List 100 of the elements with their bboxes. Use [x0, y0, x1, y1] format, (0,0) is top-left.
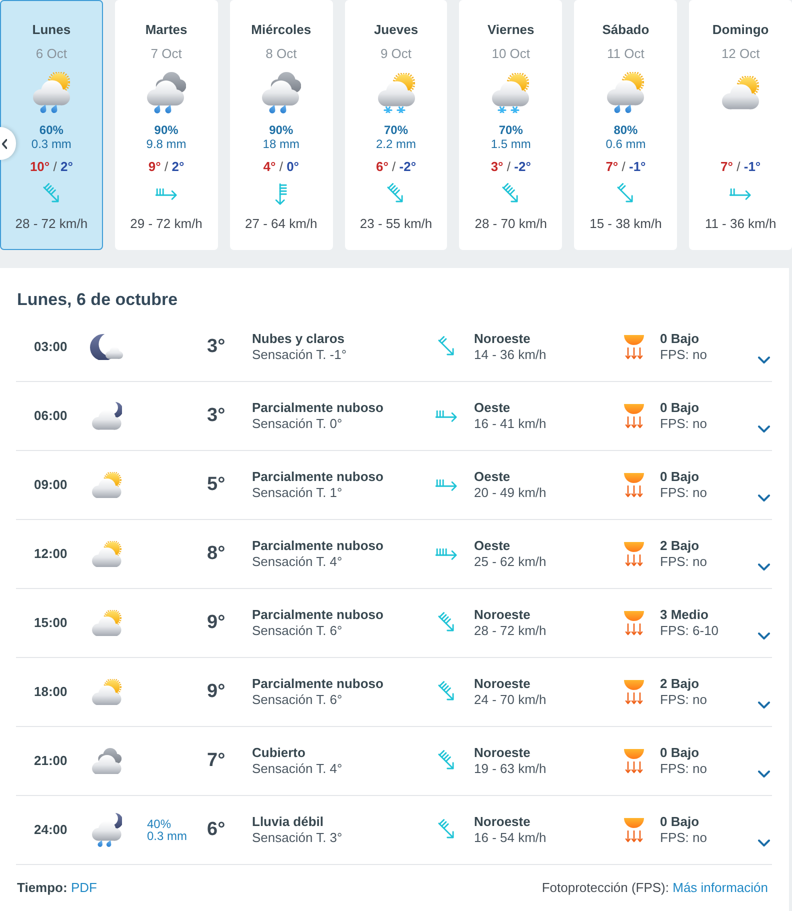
day-date: 6 Oct — [36, 45, 67, 63]
wind-arrow-icon — [435, 548, 458, 560]
temperature-range: 7° / -1° — [606, 158, 646, 176]
wind-direction: Noroeste — [474, 745, 530, 761]
precipitation-amount: 9.8 mm — [146, 137, 186, 151]
expand-button[interactable] — [758, 700, 770, 708]
day-name: Miércoles — [251, 21, 312, 39]
wind-speed: 27 - 64 km/h — [245, 215, 318, 233]
sunscreen-advice: FPS: no — [660, 347, 707, 363]
hour-time: 18:00 — [34, 684, 68, 700]
expand-button[interactable] — [758, 356, 770, 364]
expand-button[interactable] — [758, 632, 770, 640]
expand-button[interactable] — [758, 838, 770, 846]
rain-clouds-icon — [146, 72, 186, 114]
clouds-icon — [92, 748, 122, 774]
day-date: 7 Oct — [150, 45, 182, 63]
day-card[interactable]: Lunes 6 Oct 60% 0.3 mm 10° / 2° 28 - 72 km/h — [0, 0, 103, 250]
day-card[interactable]: Sábado 11 Oct 80% 0.6 mm 7° / -1° 15 - 38 km/h — [574, 0, 678, 250]
sunscreen-info-note: Fotoprotección (FPS): Más información — [542, 880, 768, 896]
wind-direction: Oeste — [474, 538, 510, 554]
feels-like-text: Sensación T. 4° — [252, 554, 342, 570]
temperature: 7° — [207, 749, 226, 773]
pdf-link[interactable]: PDF — [70, 880, 97, 895]
sunscreen-advice: FPS: no — [660, 416, 707, 432]
feels-like-text: Sensación T. 6° — [252, 623, 342, 639]
expand-button[interactable] — [758, 770, 770, 778]
feels-like-text: Sensación T. 0° — [252, 416, 342, 432]
wind-arrow-icon — [435, 478, 458, 492]
cloud-sun-icon — [92, 540, 122, 568]
precipitation-chance: 70% — [498, 123, 523, 137]
chevron-down-icon — [758, 838, 770, 846]
precipitation-chance: 90% — [269, 123, 294, 137]
sun-arrows-icon — [623, 334, 645, 360]
chevron-down-icon — [758, 700, 770, 708]
hour-time: 09:00 — [34, 477, 68, 493]
day-card[interactable]: Miércoles 8 Oct 90% 18 mm 4° / 0° 27 - 64 km/h — [230, 0, 333, 250]
expand-button[interactable] — [758, 424, 770, 432]
day-date: 10 Oct — [492, 45, 530, 63]
weather-pdf-note: Tiempo: PDF — [17, 880, 97, 896]
expand-button[interactable] — [758, 494, 770, 502]
day-card[interactable]: Domingo 12 Oct 7° / -1° 11 - 36 km/h — [689, 0, 792, 250]
day-name: Lunes — [32, 21, 71, 39]
wind-speed: 16 - 54 km/h — [474, 830, 546, 846]
condition-text: Nubes y claros — [252, 331, 344, 347]
expand-button[interactable] — [758, 562, 770, 570]
uv-index: 2 Bajo — [660, 538, 700, 554]
precipitation-amount: 1.5 mm — [490, 137, 531, 151]
day-card[interactable]: Viernes 10 Oct 70% 1.5 mm 3° / -2° 28 - 70 km/h — [459, 0, 562, 250]
wind-speed: 15 - 38 km/h — [590, 215, 662, 233]
uv-index: 0 Bajo — [660, 331, 700, 347]
day-card[interactable]: Martes 7 Oct 90% 9.8 mm 9° / 2° 29 - 72 km/h — [114, 0, 218, 250]
chevron-down-icon — [758, 632, 770, 640]
sun-arrows-icon — [623, 679, 645, 705]
cloud-sun-rain-icon — [32, 72, 70, 114]
more-info-link[interactable]: Más información — [672, 880, 768, 895]
sun-arrows-icon — [623, 472, 645, 498]
uv-index: 0 Bajo — [660, 745, 700, 761]
day-date: 9 Oct — [380, 45, 412, 63]
wind-direction: Noroeste — [474, 814, 530, 830]
wind-speed: 28 - 72 km/h — [474, 623, 546, 639]
wind-speed: 14 - 36 km/h — [474, 347, 546, 363]
temperature-range: 9° / 2° — [148, 158, 184, 176]
sun-arrows-icon — [623, 541, 645, 567]
wind-speed: 23 - 55 km/h — [360, 215, 432, 233]
precipitation-amount: 0.6 mm — [606, 137, 646, 151]
precipitation-chance: 60% — [39, 123, 64, 137]
temperature-range: 7° / -1° — [720, 158, 761, 176]
temperature: 5° — [207, 473, 226, 497]
day-card[interactable]: Jueves 9 Oct 70% 2.2 mm 6° / -2° 23 - 55 km/h — [344, 0, 448, 250]
hour-time: 06:00 — [34, 408, 68, 424]
precipitation-amount: 18 mm — [262, 137, 300, 151]
chevron-down-icon — [758, 770, 770, 778]
hour-time: 03:00 — [34, 339, 68, 355]
cloud-moon-icon — [92, 402, 122, 430]
feels-like-text: Sensación T. 6° — [252, 692, 342, 708]
wind-arrow-icon — [729, 188, 752, 200]
wind-speed: 20 - 49 km/h — [474, 485, 546, 501]
temperature-range: 10° / 2° — [30, 158, 73, 176]
chevron-down-icon — [758, 356, 770, 364]
cloud-sun-snow-icon — [378, 72, 414, 114]
condition-text: Parcialmente nuboso — [252, 400, 384, 416]
cloud-sun-icon — [92, 472, 122, 498]
wind-speed: 25 - 62 km/h — [474, 554, 546, 570]
cloud-sun-rain-icon — [607, 72, 644, 114]
moon-cloud-icon — [90, 334, 124, 360]
sun-arrows-icon — [623, 748, 645, 774]
feels-like-text: Sensación T. 4° — [252, 761, 342, 777]
wind-speed: 29 - 72 km/h — [130, 215, 202, 233]
wind-direction: Noroeste — [474, 331, 530, 347]
sunscreen-advice: FPS: no — [660, 830, 707, 846]
day-name: Sábado — [602, 21, 650, 39]
condition-text: Cubierto — [252, 745, 306, 761]
sun-arrows-icon — [623, 403, 645, 429]
rain-clouds-icon — [262, 72, 301, 114]
wind-arrow-icon — [275, 182, 288, 206]
precipitation-amount: 2.2 mm — [376, 137, 416, 151]
hour-time: 24:00 — [34, 822, 68, 838]
chevron-left-icon — [2, 138, 7, 148]
chevron-down-icon — [758, 494, 770, 502]
sunscreen-advice: FPS: no — [660, 485, 707, 501]
